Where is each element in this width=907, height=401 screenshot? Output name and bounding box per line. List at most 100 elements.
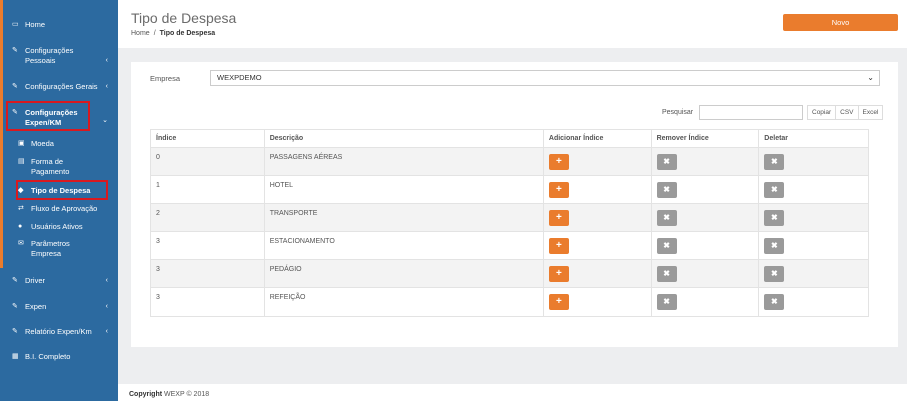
delete-button[interactable]: ✖ — [764, 294, 785, 310]
chevron-down-icon: ⌄ — [867, 73, 874, 82]
descricao-cell: HOTEL — [265, 176, 544, 203]
chevron-left-icon: ‹ — [105, 328, 108, 335]
remove-cell: ✖ — [652, 232, 760, 259]
delete-button[interactable]: ✖ — [764, 238, 785, 254]
empresa-select-value: WEXPDEMO — [217, 73, 262, 82]
new-button[interactable]: Novo — [783, 14, 898, 31]
add-index-button[interactable]: + — [548, 294, 569, 310]
delete-cell: ✖ — [759, 148, 868, 175]
delete-cell: ✖ — [759, 288, 868, 316]
remove-index-button[interactable]: ✖ — [656, 266, 677, 282]
sidebar-item-label: Configurações Pessoais — [25, 46, 74, 65]
sidebar-subitem-forma-de-pagamento[interactable]: ▤ Forma de Pagamento — [18, 157, 113, 177]
monitor-icon: ▭ — [12, 21, 19, 28]
sidebar-item-label: Expen — [25, 302, 47, 311]
remove-index-button[interactable]: ✖ — [656, 210, 677, 226]
edit-icon: ✎ — [12, 328, 18, 335]
table-row: 3 REFEIÇÃO + ✖ ✖ — [151, 288, 868, 316]
descricao-cell: TRANSPORTE — [265, 204, 544, 231]
table-row: 2 TRANSPORTE + ✖ ✖ — [151, 204, 868, 232]
add-index-button[interactable]: + — [548, 154, 569, 170]
edit-icon: ✎ — [12, 83, 18, 90]
sidebar-subitem-label: Moeda — [31, 139, 54, 148]
indice-cell: 3 — [151, 232, 265, 259]
sidebar-item-relatorio-expen-km[interactable]: ✎ Relatório Expen/Km ‹ — [0, 327, 118, 337]
indice-cell: 3 — [151, 260, 265, 287]
delete-cell: ✖ — [759, 260, 868, 287]
sidebar-item-configuracoes-pessoais[interactable]: ✎ Configurações Pessoais ‹ — [0, 46, 118, 66]
remove-cell: ✖ — [652, 176, 760, 203]
delete-button[interactable]: ✖ — [764, 210, 785, 226]
highlight-box — [16, 180, 108, 200]
delete-button[interactable]: ✖ — [764, 154, 785, 170]
descricao-cell: PASSAGENS AÉREAS — [265, 148, 544, 175]
add-index-button[interactable]: + — [548, 182, 569, 198]
add-index-button[interactable]: + — [548, 238, 569, 254]
delete-cell: ✖ — [759, 204, 868, 231]
column-header-indice[interactable]: Índice — [151, 130, 265, 147]
remove-index-button[interactable]: ✖ — [656, 294, 677, 310]
descricao-cell: PEDÁGIO — [265, 260, 544, 287]
chevron-left-icon: ‹ — [105, 277, 108, 284]
sidebar-subitem-moeda[interactable]: ▣ Moeda — [18, 139, 113, 149]
empresa-label: Empresa — [150, 74, 181, 83]
add-cell: + — [544, 204, 652, 231]
expense-type-table: Índice Descrição Adicionar Índice Remove… — [150, 129, 869, 317]
sidebar-item-driver[interactable]: ✎ Driver ‹ — [0, 276, 118, 286]
column-header-adicionar-indice[interactable]: Adicionar Índice — [544, 130, 652, 147]
sidebar-item-label: Driver — [25, 276, 45, 285]
sidebar-subitem-usuarios-ativos[interactable]: ● Usuários Ativos — [18, 222, 113, 232]
remove-cell: ✖ — [652, 260, 760, 287]
sidebar-item-expen[interactable]: ✎ Expen ‹ — [0, 302, 118, 312]
sidebar-subitem-label: Forma de Pagamento — [31, 157, 70, 176]
indice-cell: 1 — [151, 176, 265, 203]
empresa-select[interactable]: WEXPDEMO ⌄ — [210, 70, 880, 86]
user-icon: ● — [18, 223, 23, 230]
table-row: 3 PEDÁGIO + ✖ ✖ — [151, 260, 868, 288]
descricao-cell: REFEIÇÃO — [265, 288, 544, 316]
column-header-descricao[interactable]: Descrição — [265, 130, 544, 147]
sidebar-subitem-fluxo-de-aprovacao[interactable]: ⇄ Fluxo de Aprovação — [18, 204, 113, 214]
breadcrumb-home[interactable]: Home — [131, 30, 150, 37]
sidebar-subitem-parametros-empresa[interactable]: ✉ Parâmetros Empresa — [18, 239, 113, 259]
sidebar-item-label: Relatório Expen/Km — [25, 327, 92, 336]
delete-button[interactable]: ✖ — [764, 266, 785, 282]
remove-cell: ✖ — [652, 204, 760, 231]
search-label: Pesquisar — [662, 109, 694, 116]
csv-button[interactable]: CSV — [836, 106, 859, 119]
sidebar-subitem-label: Fluxo de Aprovação — [31, 204, 98, 213]
table-row: 3 ESTACIONAMENTO + ✖ ✖ — [151, 232, 868, 260]
column-header-remover-indice[interactable]: Remover Índice — [652, 130, 760, 147]
excel-button[interactable]: Excel — [858, 106, 883, 119]
content-panel: Empresa WEXPDEMO ⌄ Pesquisar Copiar CSV … — [131, 62, 898, 347]
footer: Copyright WEXP © 2018 — [118, 384, 907, 401]
add-cell: + — [544, 260, 652, 287]
delete-cell: ✖ — [759, 176, 868, 203]
export-button-group: Copiar CSV Excel — [807, 105, 884, 120]
page-title: Tipo de Despesa — [131, 10, 237, 26]
sidebar-item-label: Home — [25, 20, 46, 29]
edit-icon: ✎ — [12, 47, 18, 54]
add-cell: + — [544, 232, 652, 259]
remove-index-button[interactable]: ✖ — [656, 182, 677, 198]
copyright-label: Copyright — [129, 391, 163, 398]
remove-index-button[interactable]: ✖ — [656, 154, 677, 170]
add-index-button[interactable]: + — [548, 266, 569, 282]
copy-button[interactable]: Copiar — [808, 106, 837, 119]
breadcrumb: Home / Tipo de Despesa — [131, 30, 215, 37]
table-row: 1 HOTEL + ✖ ✖ — [151, 176, 868, 204]
search-input[interactable] — [699, 105, 803, 120]
sidebar: ▭ Home ✎ Configurações Pessoais ‹ ✎ Conf… — [0, 0, 118, 401]
add-cell: + — [544, 176, 652, 203]
sidebar-item-home[interactable]: ▭ Home — [0, 20, 118, 30]
remove-index-button[interactable]: ✖ — [656, 238, 677, 254]
column-header-deletar[interactable]: Deletar — [759, 130, 868, 147]
sidebar-item-bi-completo[interactable]: ▦ B.I. Completo — [0, 352, 118, 362]
highlight-box — [6, 101, 90, 131]
sidebar-item-configuracoes-gerais[interactable]: ✎ Configurações Gerais ‹ — [0, 82, 118, 92]
money-icon: ▣ — [18, 140, 25, 147]
chevron-down-icon: ⌄ — [102, 117, 108, 124]
delete-button[interactable]: ✖ — [764, 182, 785, 198]
add-index-button[interactable]: + — [548, 210, 569, 226]
sidebar-accent-bar — [0, 0, 3, 268]
